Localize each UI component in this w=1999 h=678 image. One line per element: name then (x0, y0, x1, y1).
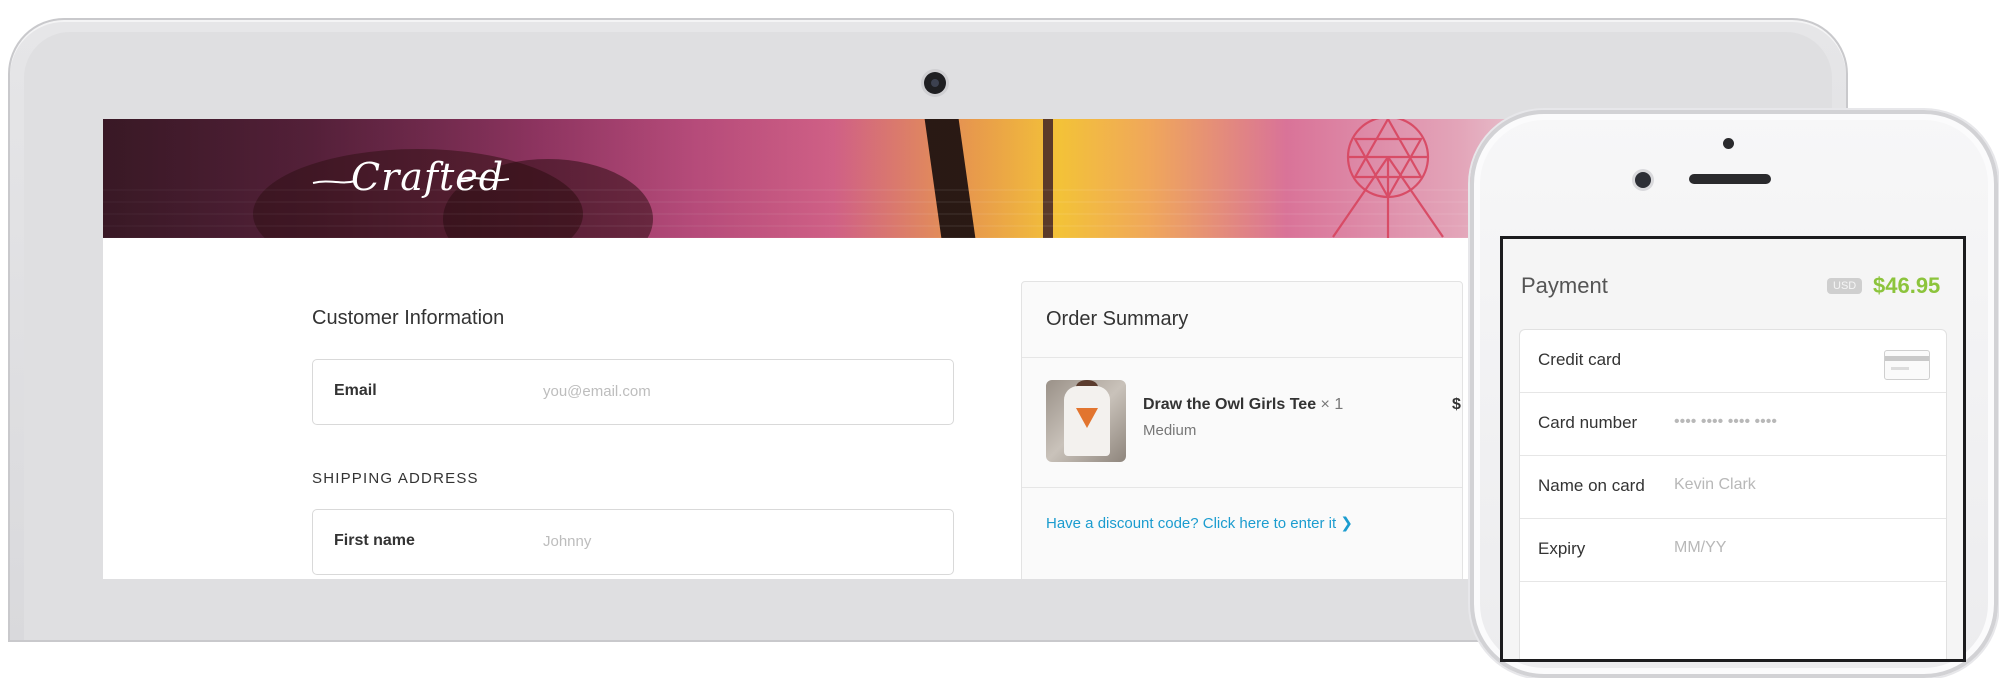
expiry-row[interactable]: Expiry (1520, 519, 1946, 582)
geometric-star-artwork (1332, 119, 1444, 238)
card-number-row[interactable]: Card number (1520, 393, 1946, 456)
email-input[interactable] (543, 380, 933, 402)
brand-logo[interactable]: Crafted (311, 149, 511, 209)
credit-card-label: Credit card (1538, 350, 1622, 369)
product-price: $ (1452, 396, 1461, 413)
phone-sensor (1723, 138, 1734, 149)
order-summary-panel: Order Summary Draw the Owl Girls Tee × 1… (1021, 281, 1463, 579)
shipping-address-heading: SHIPPING ADDRESS (312, 470, 479, 487)
first-name-label: First name (334, 532, 415, 549)
product-variant: Medium (1143, 422, 1197, 439)
product-name: Draw the Owl Girls Tee × 1 (1143, 396, 1343, 414)
expiry-input[interactable] (1674, 539, 1924, 557)
name-on-card-input[interactable] (1674, 476, 1924, 494)
phone-device: Payment USD $46.95 Credit card Card numb… (1470, 110, 1998, 678)
divider (1022, 487, 1462, 488)
first-name-input[interactable] (543, 530, 933, 552)
email-label: Email (334, 382, 377, 399)
product-quantity: × 1 (1320, 396, 1344, 413)
phone-screen: Payment USD $46.95 Credit card Card numb… (1500, 236, 1966, 662)
email-field[interactable]: Email (312, 359, 954, 425)
phone-camera (1635, 172, 1651, 188)
divider (1022, 357, 1462, 358)
payment-form: Credit card Card number Name on card Exp… (1519, 329, 1947, 659)
owl-print-icon (1076, 408, 1098, 428)
product-thumbnail (1046, 380, 1126, 462)
expiry-label: Expiry (1538, 539, 1586, 558)
card-number-label: Card number (1538, 413, 1638, 432)
first-name-field[interactable]: First name (312, 509, 954, 575)
name-on-card-label: Name on card (1538, 476, 1645, 495)
payment-title: Payment (1521, 273, 1608, 298)
customer-information-title: Customer Information (312, 307, 505, 329)
name-on-card-row[interactable]: Name on card (1520, 456, 1946, 519)
credit-card-icon (1884, 350, 1930, 380)
laptop-camera (924, 72, 946, 94)
currency-badge: USD (1827, 278, 1863, 294)
phone-speaker (1689, 174, 1771, 184)
order-summary-title: Order Summary (1046, 308, 1189, 330)
credit-card-row[interactable]: Credit card (1520, 330, 1946, 393)
payment-amount: $46.95 (1873, 273, 1941, 298)
discount-code-link[interactable]: Have a discount code? Click here to ente… (1046, 514, 1353, 532)
product-title: Draw the Owl Girls Tee (1143, 396, 1317, 413)
logo-text: Crafted (351, 155, 505, 199)
card-number-input[interactable] (1674, 413, 1924, 431)
